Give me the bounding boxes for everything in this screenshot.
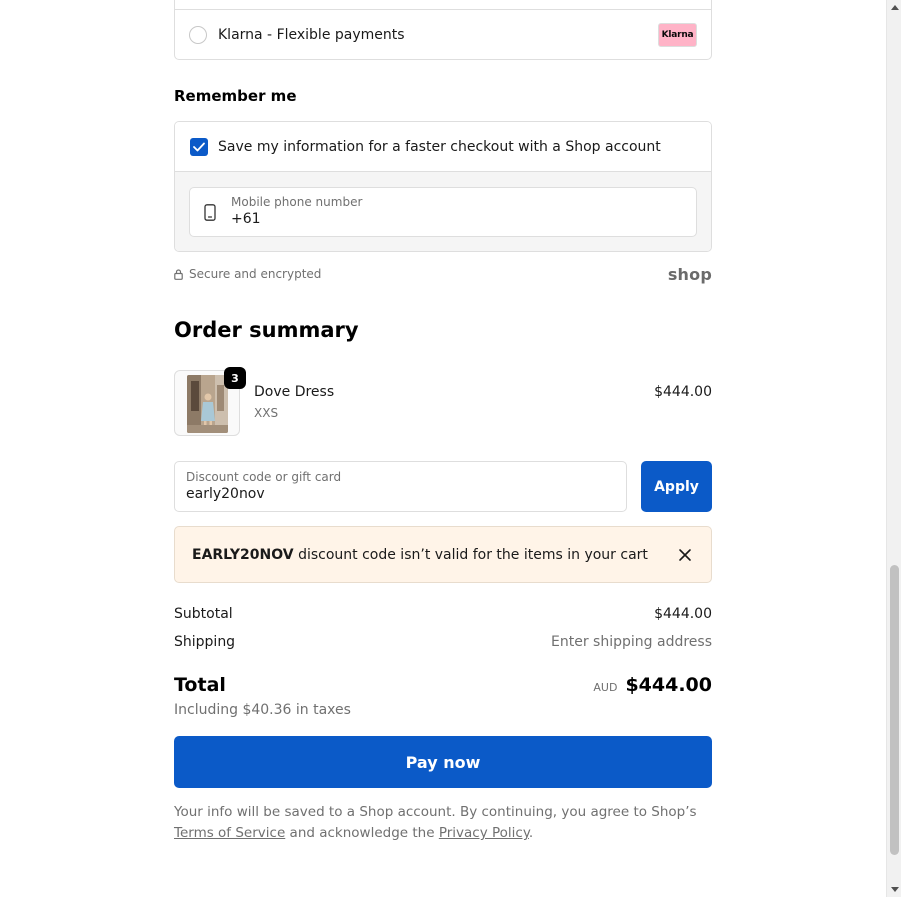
total-value: $444.00 bbox=[625, 674, 712, 696]
total-amount: AUD $444.00 bbox=[593, 674, 712, 696]
remember-me-box: Save my information for a faster checkou… bbox=[174, 121, 712, 252]
subtotal-row: Subtotal $444.00 bbox=[174, 604, 712, 624]
lock-icon bbox=[174, 268, 183, 280]
mobile-phone-icon bbox=[204, 204, 216, 221]
apply-button[interactable]: Apply bbox=[641, 461, 712, 512]
payment-option-klarna[interactable]: Klarna - Flexible payments Klarna bbox=[175, 10, 711, 60]
discount-field-label: Discount code or gift card bbox=[186, 470, 342, 484]
legal-text-2: and acknowledge the bbox=[285, 825, 439, 841]
discount-error-alert: EARLY20NOV discount code isn’t valid for… bbox=[174, 526, 712, 583]
klarna-radio[interactable] bbox=[189, 26, 207, 44]
phone-field-label: Mobile phone number bbox=[231, 195, 363, 209]
discount-code-input[interactable]: Discount code or gift card early20nov bbox=[174, 461, 627, 512]
alert-message: EARLY20NOV discount code isn’t valid for… bbox=[192, 547, 678, 563]
shipping-label: Shipping bbox=[174, 634, 236, 650]
total-label: Total bbox=[174, 674, 226, 696]
legal-text-1: Your info will be saved to a Shop accoun… bbox=[174, 804, 697, 820]
product-line-item: 3 Dove Dress XXS $444.00 bbox=[174, 367, 712, 440]
discount-row: Discount code or gift card early20nov Ap… bbox=[174, 461, 712, 512]
subtotal-label: Subtotal bbox=[174, 606, 233, 622]
close-icon[interactable] bbox=[678, 548, 692, 562]
secure-row: Secure and encrypted shop bbox=[174, 264, 712, 284]
checkout-page: Klarna - Flexible payments Klarna Rememb… bbox=[0, 0, 886, 897]
subtotal-value: $444.00 bbox=[654, 606, 712, 622]
total-row: Total AUD $444.00 bbox=[174, 672, 712, 698]
legal-text: Your info will be saved to a Shop accoun… bbox=[174, 802, 712, 844]
shop-logo: shop bbox=[667, 264, 712, 284]
phone-section: Mobile phone number +61 bbox=[175, 172, 711, 251]
product-variant: XXS bbox=[254, 406, 279, 420]
privacy-policy-link[interactable]: Privacy Policy bbox=[439, 825, 529, 841]
scrollbar-thumb[interactable] bbox=[890, 565, 899, 855]
currency-code: AUD bbox=[593, 681, 618, 694]
shipping-row: Shipping Enter shipping address bbox=[174, 632, 712, 652]
quantity-badge: 3 bbox=[224, 367, 246, 389]
order-summary-heading: Order summary bbox=[174, 318, 359, 342]
secure-text: Secure and encrypted bbox=[189, 267, 322, 281]
alert-code: EARLY20NOV bbox=[192, 546, 294, 563]
product-image bbox=[187, 375, 228, 433]
product-thumbnail: 3 bbox=[174, 367, 246, 436]
discount-field-value[interactable]: early20nov bbox=[186, 486, 265, 502]
legal-text-3: . bbox=[528, 825, 534, 841]
save-info-checkbox[interactable] bbox=[190, 137, 208, 156]
terms-of-service-link[interactable]: Terms of Service bbox=[174, 825, 285, 841]
phone-field[interactable]: Mobile phone number +61 bbox=[189, 187, 697, 237]
shipping-value: Enter shipping address bbox=[551, 634, 712, 650]
klarna-label: Klarna - Flexible payments bbox=[218, 27, 405, 43]
pay-now-button[interactable]: Pay now bbox=[174, 736, 712, 788]
check-icon bbox=[193, 142, 205, 151]
scroll-down-arrow-icon[interactable] bbox=[887, 882, 901, 897]
taxes-text: Including $40.36 in taxes bbox=[174, 702, 351, 718]
payment-methods-box: Klarna - Flexible payments Klarna bbox=[174, 0, 712, 60]
save-info-label: Save my information for a faster checkou… bbox=[218, 138, 661, 155]
klarna-logo: Klarna bbox=[658, 23, 697, 47]
save-info-row[interactable]: Save my information for a faster checkou… bbox=[175, 122, 711, 172]
product-name: Dove Dress bbox=[254, 384, 335, 400]
remember-me-heading: Remember me bbox=[174, 87, 297, 105]
phone-field-value[interactable]: +61 bbox=[231, 211, 261, 227]
product-price: $444.00 bbox=[654, 384, 712, 400]
scroll-up-arrow-icon[interactable] bbox=[887, 0, 901, 15]
alert-text: discount code isn’t valid for the items … bbox=[293, 546, 648, 563]
vertical-scrollbar[interactable] bbox=[886, 0, 901, 897]
